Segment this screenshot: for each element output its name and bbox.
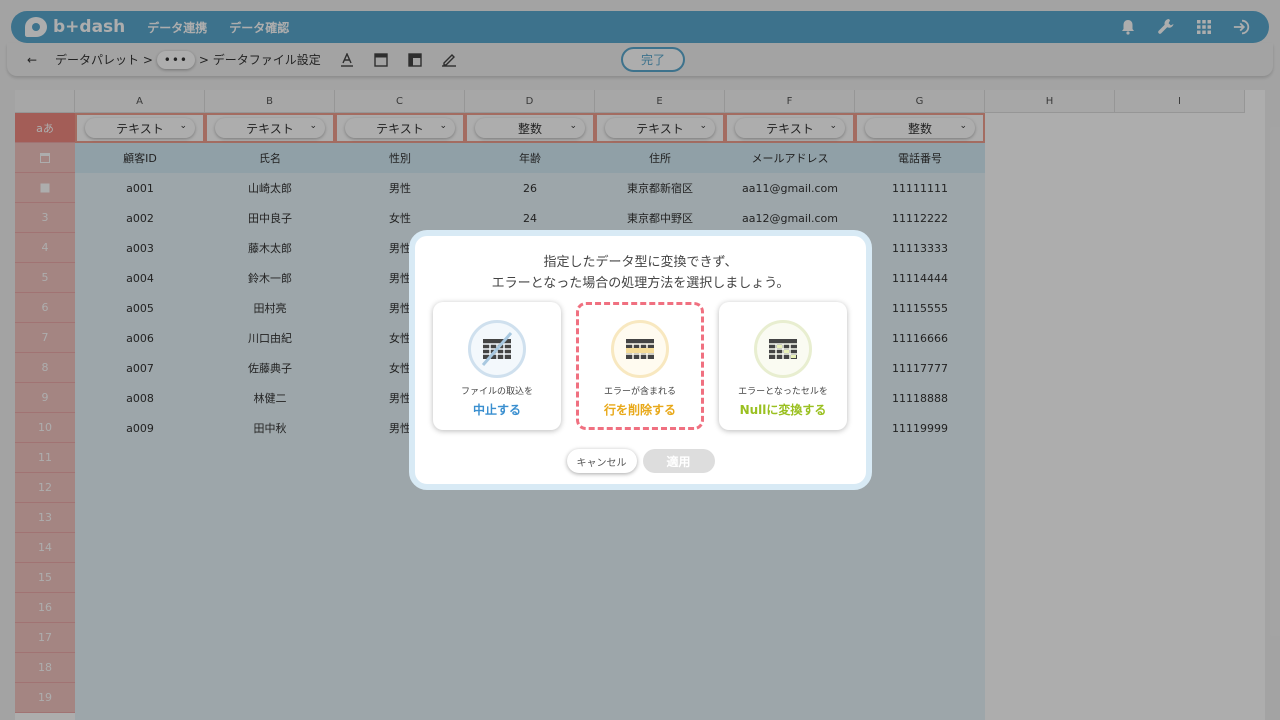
option-stop-import-line1: ファイルの取込を bbox=[460, 387, 533, 397]
option-stop-import[interactable]: ファイルの取込を 中止する bbox=[433, 302, 561, 430]
option-delete-error-rows[interactable]: エラーが含まれる 行を削除する bbox=[576, 302, 704, 430]
cancel-button[interactable]: キャンセル bbox=[566, 449, 637, 473]
dialog-buttons: キャンセル 適用 bbox=[415, 449, 866, 473]
option-convert-to-null-line1: エラーとなったセルを bbox=[738, 387, 828, 397]
dialog-title-line1: 指定したデータ型に変換できず、 bbox=[543, 255, 738, 270]
table-delete-row-icon bbox=[611, 320, 669, 378]
option-delete-error-rows-line2: 行を削除する bbox=[603, 403, 676, 417]
dialog-title: 指定したデータ型に変換できず、 エラーとなった場合の処理方法を選択しましょう。 bbox=[415, 252, 866, 294]
apply-button[interactable]: 適用 bbox=[642, 449, 715, 473]
option-stop-import-line2: 中止する bbox=[472, 403, 521, 417]
option-convert-to-null-line2: Nullに変換する bbox=[739, 403, 827, 417]
dialog-title-line2: エラーとなった場合の処理方法を選択しましょう。 bbox=[491, 276, 790, 291]
option-delete-error-rows-line1: エラーが含まれる bbox=[603, 387, 676, 397]
table-cancel-icon bbox=[468, 320, 526, 378]
option-convert-to-null[interactable]: エラーとなったセルを Nullに変換する bbox=[719, 302, 847, 430]
table-null-cells-icon bbox=[754, 320, 812, 378]
error-handling-dialog: 指定したデータ型に変換できず、 エラーとなった場合の処理方法を選択しましょう。 … bbox=[409, 230, 872, 490]
